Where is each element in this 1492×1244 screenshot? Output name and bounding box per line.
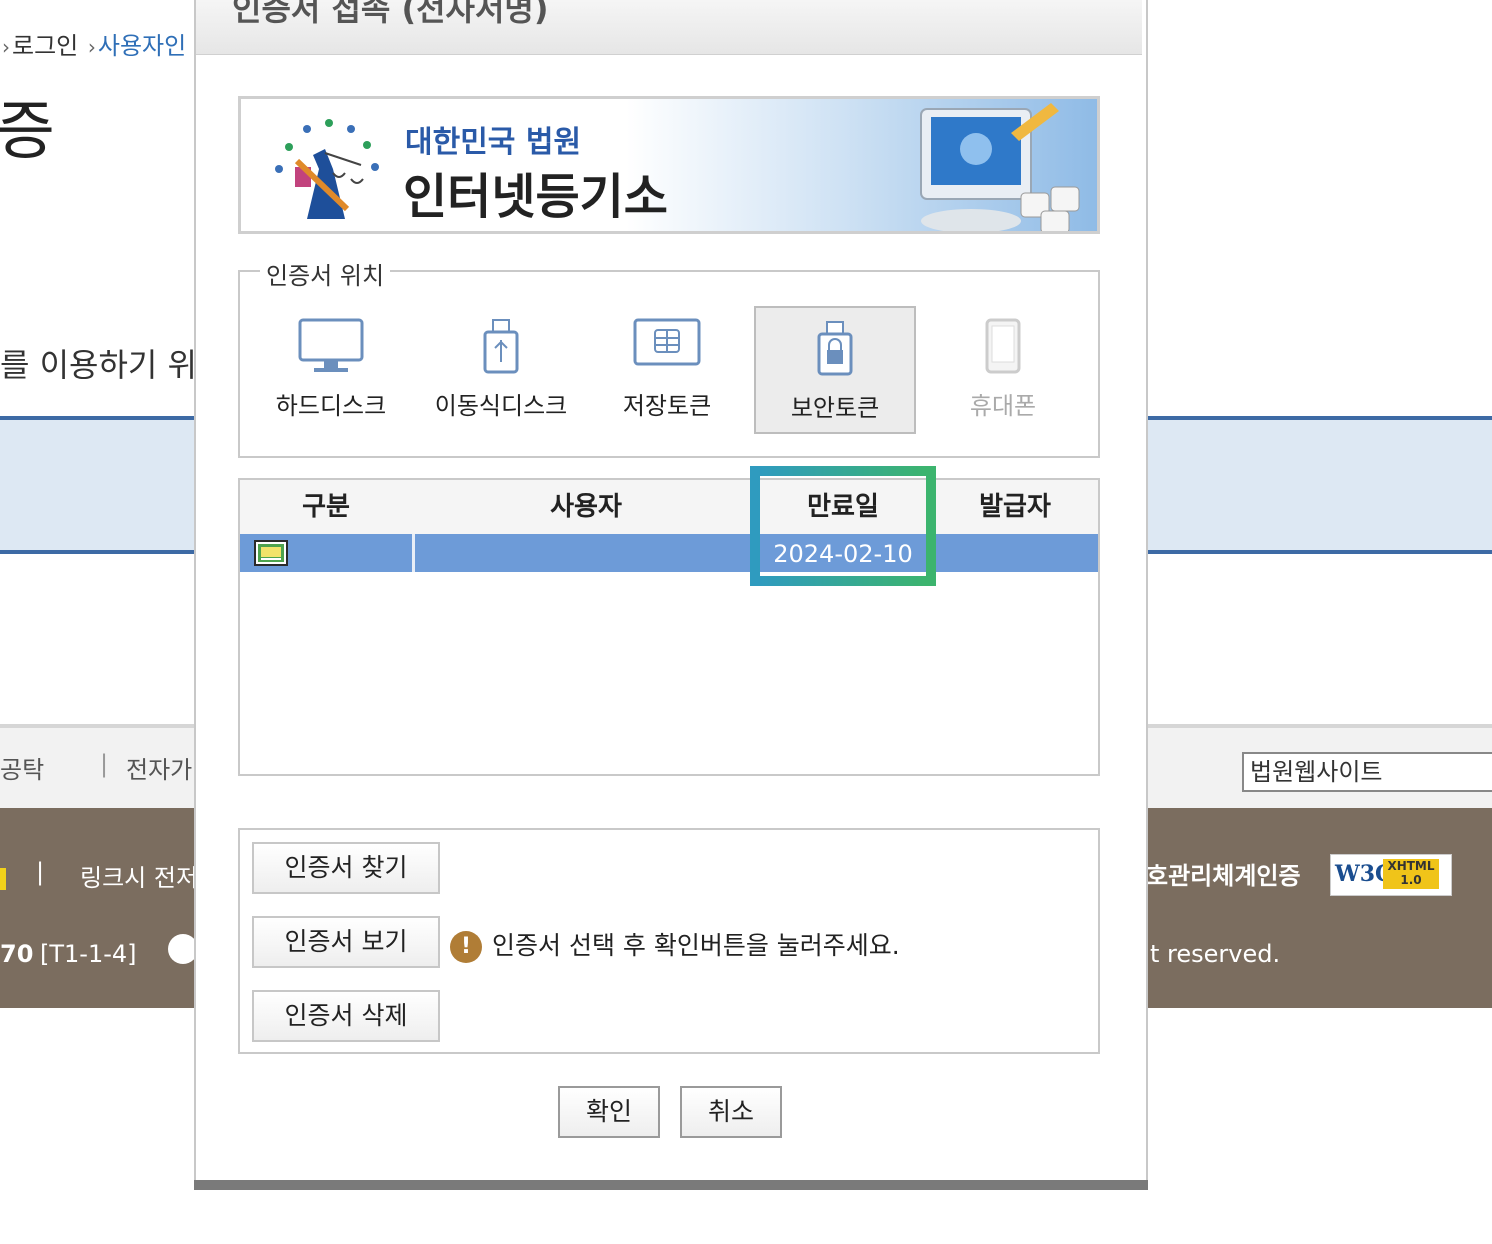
ok-button[interactable]: 확인 — [558, 1086, 660, 1138]
location-label: 저장토큰 — [622, 392, 712, 420]
location-harddisk[interactable]: 하드디스크 — [250, 306, 412, 434]
breadcrumb-item-current[interactable]: 사용자인 — [98, 32, 186, 60]
footer-highlight-mark — [0, 868, 6, 890]
location-label: 휴대폰 — [969, 392, 1037, 420]
dialog-titlebar[interactable]: 인증서 접속 (전자서명) — [196, 0, 1142, 55]
banner-court-name: 대한민국 법원 — [405, 125, 582, 160]
dialog-bottom-border — [194, 1180, 1148, 1190]
location-storage-token[interactable]: 저장토큰 — [586, 306, 748, 434]
view-certificate-button[interactable]: 인증서 보기 — [252, 916, 440, 968]
computer-illustration-icon — [920, 103, 1080, 231]
phone-icon — [985, 318, 1021, 374]
column-header-type[interactable]: 구분 — [240, 486, 412, 523]
cancel-button[interactable]: 취소 — [680, 1086, 782, 1138]
page-title: 증 — [0, 95, 55, 169]
court-site-select[interactable]: 법원웹사이트 — [1242, 752, 1492, 792]
footer-link-deposit[interactable]: 공탁 — [0, 750, 44, 785]
location-removable-disk[interactable]: 이동식디스크 — [420, 306, 582, 434]
footer-divider: | — [36, 858, 45, 886]
selection-hint: ! 인증서 선택 후 확인버튼을 눌러주세요. — [450, 926, 900, 963]
find-certificate-button[interactable]: 인증서 찾기 — [252, 842, 440, 894]
breadcrumb-arrow-icon: › — [2, 35, 10, 59]
location-label: 이동식디스크 — [434, 392, 568, 420]
breadcrumb-arrow-icon: › — [87, 35, 96, 59]
footer-divider: | — [100, 750, 109, 778]
column-header-user[interactable]: 사용자 — [414, 486, 758, 523]
column-divider — [412, 534, 415, 572]
warning-icon: ! — [450, 931, 482, 963]
certificate-icon — [254, 540, 288, 566]
footer-page-code: [T1-1-4] — [40, 940, 137, 968]
breadcrumb-item-login[interactable]: 로그인 — [12, 32, 78, 60]
w3c-xhtml-badge: W3C XHTML 1.0 — [1330, 854, 1452, 896]
location-phone: 휴대폰 — [922, 306, 1084, 434]
smartcard-icon — [633, 318, 701, 366]
footer-link-notice[interactable]: 링크시 전저 — [80, 858, 198, 893]
location-label: 하드디스크 — [275, 392, 387, 420]
location-label: 보안토큰 — [790, 394, 880, 422]
copyright-text: t reserved. — [1150, 940, 1281, 968]
court-banner: 대한민국 법원 인터넷등기소 — [238, 96, 1100, 234]
cert-location-legend: 인증서 위치 — [260, 256, 391, 291]
breadcrumb: ›로그인 ›사용자인 — [0, 26, 186, 61]
xhtml-label: XHTML 1.0 — [1383, 859, 1439, 889]
table-row[interactable] — [240, 534, 1098, 572]
column-header-issuer[interactable]: 발급자 — [930, 486, 1100, 523]
expiry-highlight-box — [750, 466, 936, 586]
selection-hint-text: 인증서 선택 후 확인버튼을 눌러주세요. — [492, 931, 900, 960]
dialog-title: 인증서 접속 (전자서명) — [232, 0, 549, 28]
location-security-token[interactable]: 보안토큰 — [754, 306, 916, 434]
usb-icon — [483, 319, 519, 374]
banner-registry-name: 인터넷등기소 — [403, 169, 668, 225]
monitor-icon — [298, 318, 364, 372]
isms-cert-text: 호관리체계인증 — [1146, 862, 1301, 890]
intro-text: 를 이용하기 위 — [0, 346, 197, 384]
footer-link-electronic[interactable]: 전자가 — [126, 750, 192, 785]
footer-phone-fragment: 70 — [0, 940, 34, 968]
delete-certificate-button[interactable]: 인증서 삭제 — [252, 990, 440, 1042]
security-token-icon — [817, 321, 853, 376]
court-emblem-icon — [275, 119, 379, 219]
